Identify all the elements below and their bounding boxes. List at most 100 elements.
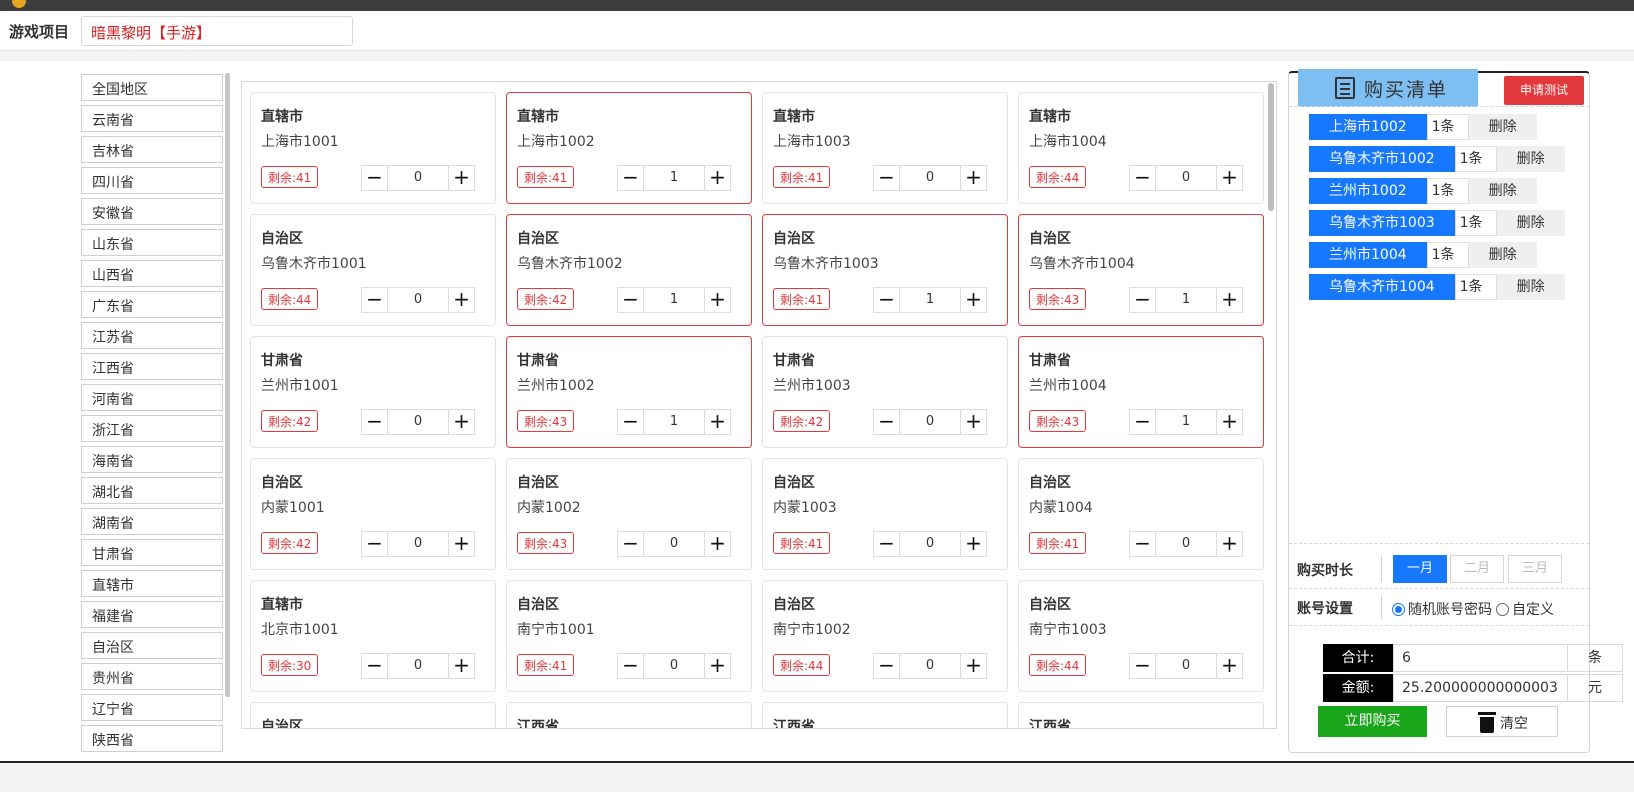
minus-button[interactable]: −: [618, 532, 643, 556]
region-item[interactable]: 江西省: [81, 353, 223, 380]
city-card[interactable]: 自治区 乌鲁木齐市1004 剩余:43 −1 +: [1018, 214, 1264, 326]
quantity-input[interactable]: 1: [899, 288, 961, 312]
plus-button[interactable]: +: [449, 654, 474, 678]
grid-scrollbar[interactable]: [1268, 83, 1274, 211]
plus-button[interactable]: +: [449, 288, 474, 312]
quantity-input[interactable]: 0: [643, 532, 705, 556]
region-item[interactable]: 甘肃省: [81, 539, 223, 566]
city-card[interactable]: 甘肃省 兰州市1003 剩余:42 −0 +: [762, 336, 1008, 448]
quantity-input[interactable]: 1: [1155, 288, 1217, 312]
quantity-input[interactable]: 0: [1155, 532, 1217, 556]
city-card[interactable]: 甘肃省 兰州市1004 剩余:43 −1 +: [1018, 336, 1264, 448]
plus-button[interactable]: +: [705, 288, 730, 312]
minus-button[interactable]: −: [874, 288, 899, 312]
quantity-input[interactable]: 0: [899, 532, 961, 556]
minus-button[interactable]: −: [874, 532, 899, 556]
plus-button[interactable]: +: [1217, 288, 1242, 312]
city-card[interactable]: 直辖市 上海市1003 剩余:41 −0 +: [762, 92, 1008, 204]
quantity-input[interactable]: 0: [899, 166, 961, 190]
clear-button[interactable]: 清空: [1446, 706, 1558, 737]
plus-button[interactable]: +: [1217, 654, 1242, 678]
region-item[interactable]: 直辖市: [81, 570, 223, 597]
quantity-input[interactable]: 0: [1155, 166, 1217, 190]
quantity-input[interactable]: 0: [387, 654, 449, 678]
minus-button[interactable]: −: [362, 166, 387, 190]
plus-button[interactable]: +: [1217, 166, 1242, 190]
region-item[interactable]: 江苏省: [81, 322, 223, 349]
plus-button[interactable]: +: [449, 410, 474, 434]
quantity-input[interactable]: 0: [899, 654, 961, 678]
region-item[interactable]: 山西省: [81, 260, 223, 287]
city-card[interactable]: 自治区 南宁市1002 剩余:44 −0 +: [762, 580, 1008, 692]
minus-button[interactable]: −: [874, 410, 899, 434]
apply-test-button[interactable]: 申请测试: [1504, 76, 1584, 105]
plus-button[interactable]: +: [449, 532, 474, 556]
region-scrollbar[interactable]: [225, 73, 230, 697]
minus-button[interactable]: −: [1130, 410, 1155, 434]
city-card[interactable]: 自治区 内蒙1003 剩余:41 −0 +: [762, 458, 1008, 570]
region-item[interactable]: 全国地区: [81, 74, 223, 101]
city-card[interactable]: 自治区: [250, 702, 496, 728]
minus-button[interactable]: −: [362, 532, 387, 556]
cart-item-count[interactable]: 1条: [1454, 146, 1497, 172]
game-select[interactable]: 暗黑黎明【手游】: [81, 16, 353, 46]
plus-button[interactable]: +: [1217, 532, 1242, 556]
quantity-input[interactable]: 0: [1155, 654, 1217, 678]
city-card[interactable]: 自治区 乌鲁木齐市1002 剩余:42 −1 +: [506, 214, 752, 326]
minus-button[interactable]: −: [618, 288, 643, 312]
quantity-input[interactable]: 0: [643, 654, 705, 678]
delete-button[interactable]: 删除: [1468, 178, 1537, 204]
region-item[interactable]: 福建省: [81, 601, 223, 628]
quantity-input[interactable]: 0: [387, 532, 449, 556]
minus-button[interactable]: −: [1130, 532, 1155, 556]
region-item[interactable]: 云南省: [81, 105, 223, 132]
city-card[interactable]: 江西省: [762, 702, 1008, 728]
cart-item-count[interactable]: 1条: [1426, 178, 1469, 204]
minus-button[interactable]: −: [362, 288, 387, 312]
city-card[interactable]: 自治区 内蒙1001 剩余:42 −0 +: [250, 458, 496, 570]
quantity-input[interactable]: 1: [643, 410, 705, 434]
minus-button[interactable]: −: [618, 166, 643, 190]
region-item[interactable]: 河南省: [81, 384, 223, 411]
region-item[interactable]: 贵州省: [81, 663, 223, 690]
city-card[interactable]: 自治区 南宁市1003 剩余:44 −0 +: [1018, 580, 1264, 692]
city-card[interactable]: 直辖市 上海市1004 剩余:44 −0 +: [1018, 92, 1264, 204]
city-card[interactable]: 自治区 南宁市1001 剩余:41 −0 +: [506, 580, 752, 692]
quantity-input[interactable]: 1: [643, 166, 705, 190]
cart-item-count[interactable]: 1条: [1426, 114, 1469, 140]
quantity-input[interactable]: 1: [1155, 410, 1217, 434]
plus-button[interactable]: +: [961, 410, 986, 434]
region-item[interactable]: 安徽省: [81, 198, 223, 225]
region-item[interactable]: 辽宁省: [81, 694, 223, 721]
plus-button[interactable]: +: [705, 654, 730, 678]
plus-button[interactable]: +: [961, 532, 986, 556]
plus-button[interactable]: +: [961, 654, 986, 678]
duration-option[interactable]: 二月: [1450, 555, 1504, 583]
minus-button[interactable]: −: [618, 410, 643, 434]
quantity-input[interactable]: 0: [899, 410, 961, 434]
minus-button[interactable]: −: [1130, 288, 1155, 312]
delete-button[interactable]: 删除: [1496, 146, 1565, 172]
city-card[interactable]: 自治区 乌鲁木齐市1003 剩余:41 −1 +: [762, 214, 1008, 326]
cart-item-count[interactable]: 1条: [1454, 210, 1497, 236]
region-item[interactable]: 湖南省: [81, 508, 223, 535]
plus-button[interactable]: +: [961, 166, 986, 190]
city-card[interactable]: 江西省: [506, 702, 752, 728]
city-card[interactable]: 自治区 内蒙1004 剩余:41 −0 +: [1018, 458, 1264, 570]
plus-button[interactable]: +: [705, 532, 730, 556]
quantity-input[interactable]: 0: [387, 410, 449, 434]
city-card[interactable]: 直辖市 上海市1002 剩余:41 −1 +: [506, 92, 752, 204]
delete-button[interactable]: 删除: [1468, 114, 1537, 140]
plus-button[interactable]: +: [449, 166, 474, 190]
minus-button[interactable]: −: [1130, 166, 1155, 190]
delete-button[interactable]: 删除: [1496, 210, 1565, 236]
region-item[interactable]: 浙江省: [81, 415, 223, 442]
region-item[interactable]: 自治区: [81, 632, 223, 659]
quantity-input[interactable]: 0: [387, 166, 449, 190]
account-radio[interactable]: 自定义: [1496, 599, 1554, 619]
region-item[interactable]: 四川省: [81, 167, 223, 194]
region-item[interactable]: 广东省: [81, 291, 223, 318]
quantity-input[interactable]: 1: [643, 288, 705, 312]
city-card[interactable]: 甘肃省 兰州市1002 剩余:43 −1 +: [506, 336, 752, 448]
plus-button[interactable]: +: [1217, 410, 1242, 434]
